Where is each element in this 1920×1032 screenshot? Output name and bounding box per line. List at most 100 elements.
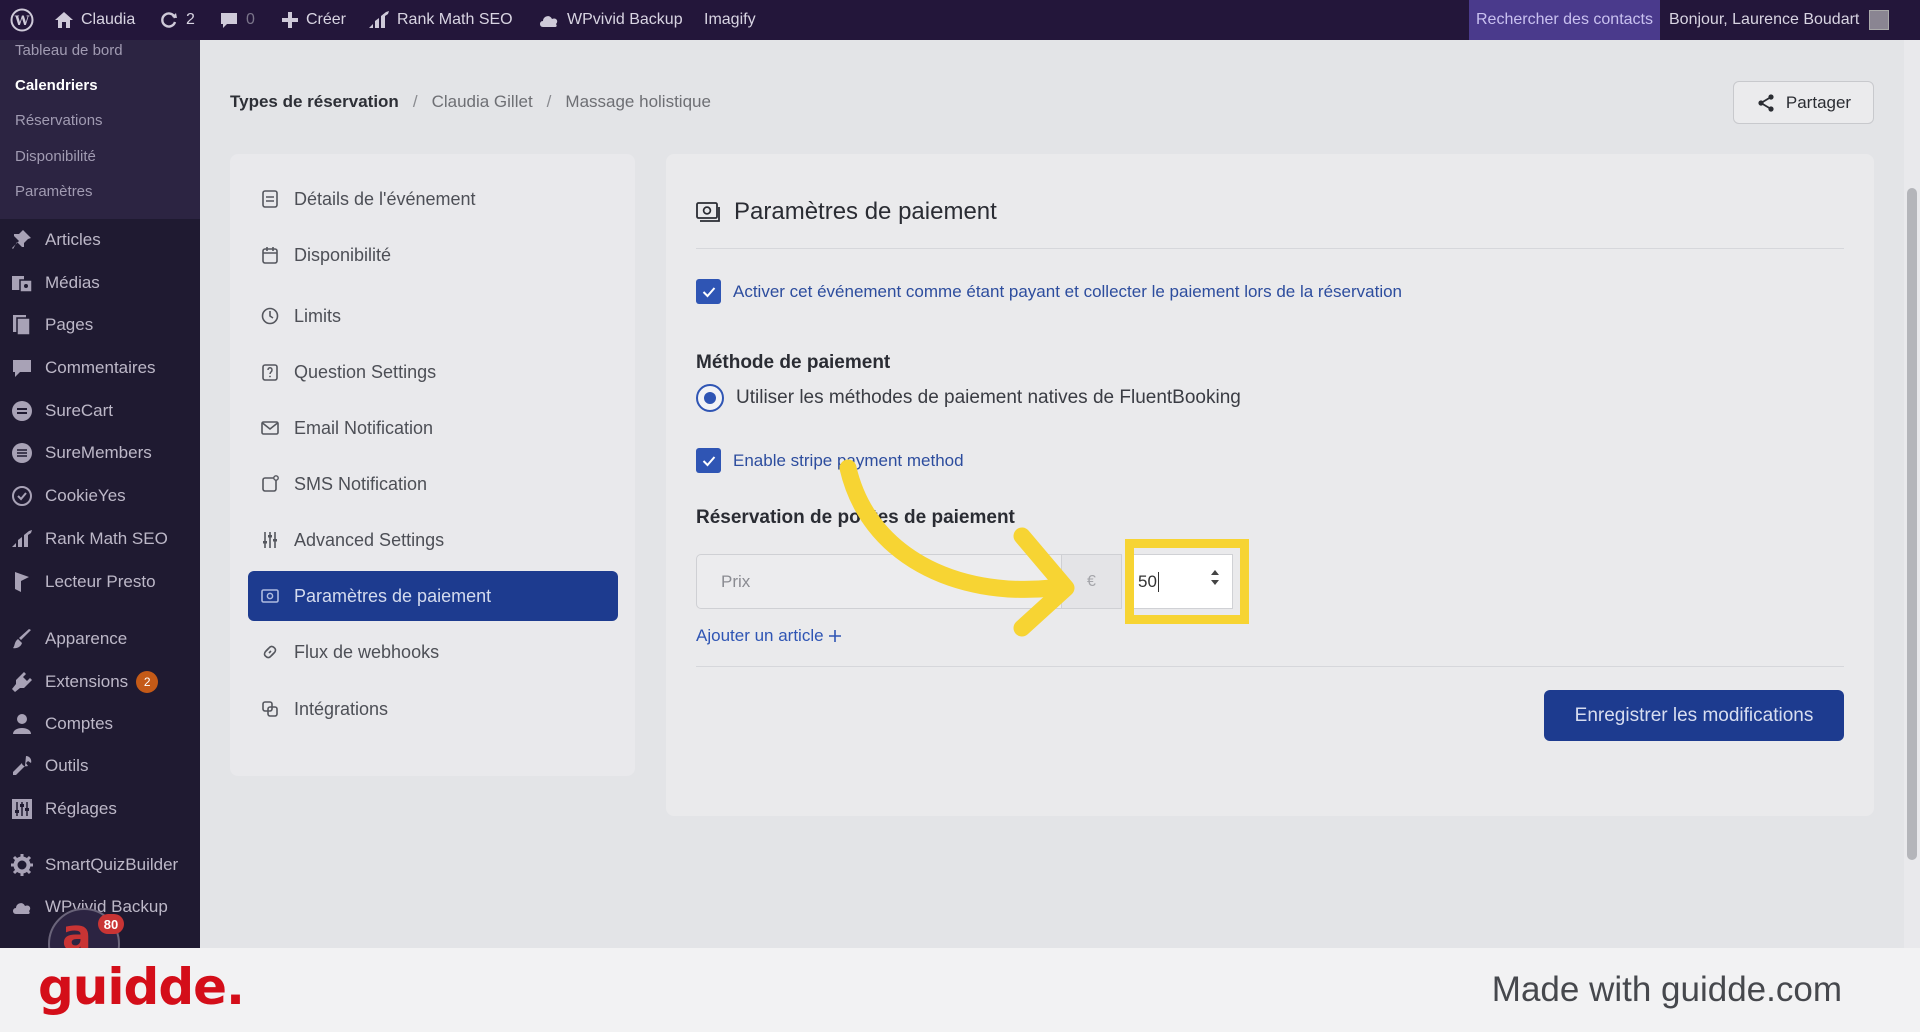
comments-link[interactable]: 0	[219, 0, 255, 40]
greeting-text: Bonjour, Laurence Boudart	[1669, 11, 1860, 28]
menu-item-comments[interactable]: Commentaires	[0, 349, 200, 387]
menu-item-plugins[interactable]: Extensions 2	[0, 663, 200, 701]
submenu-item-availability[interactable]: Disponibilité	[15, 148, 96, 165]
footer-divider	[696, 666, 1844, 667]
menu-label: Médias	[45, 273, 100, 292]
menu-label: SureCart	[45, 401, 114, 420]
search-contacts-button[interactable]: Rechercher des contacts	[1469, 0, 1660, 40]
payment-icon	[260, 586, 280, 606]
surecart-icon	[10, 399, 34, 423]
wpvivid-link[interactable]: WPvivid Backup	[538, 0, 683, 40]
menu-item-presto[interactable]: Lecteur Presto	[0, 563, 200, 601]
nav-item-availability[interactable]: Disponibilité	[248, 230, 618, 280]
nav-item-sms-notification[interactable]: SMS Notification	[248, 459, 618, 509]
comments-icon	[10, 356, 34, 380]
native-payment-radio-row[interactable]: Utiliser les méthodes de paiement native…	[696, 384, 1241, 412]
check-icon	[702, 286, 715, 297]
menu-item-surecart[interactable]: SureCart	[0, 392, 200, 430]
enable-paid-row[interactable]: Activer cet événement comme étant payant…	[696, 279, 1402, 304]
payment-icon	[696, 202, 720, 222]
add-item-link[interactable]: Ajouter un article	[696, 626, 842, 646]
nav-item-event-details[interactable]: Détails de l'événement	[248, 174, 618, 224]
plus-icon	[282, 12, 298, 28]
rankmath-link[interactable]: Rank Math SEO	[368, 0, 513, 40]
submenu-item-settings[interactable]: Paramètres	[15, 183, 93, 200]
guidde-logo: guidde.	[38, 958, 245, 1016]
menu-item-media[interactable]: Médias	[0, 264, 200, 302]
nav-item-integrations[interactable]: Intégrations	[248, 684, 618, 734]
nav-label: Flux de webhooks	[294, 641, 440, 662]
booking-items-heading: Réservation de postes de paiement	[696, 507, 1015, 528]
native-payment-radio[interactable]	[696, 384, 724, 412]
account-menu[interactable]: Bonjour, Laurence Boudart	[1669, 0, 1890, 40]
menu-item-suremembers[interactable]: SureMembers	[0, 434, 200, 472]
new-content-link[interactable]: Créer	[281, 0, 346, 40]
wordpress-logo-icon[interactable]: W	[10, 0, 34, 40]
payment-title-text: Paramètres de paiement	[734, 198, 997, 225]
menu-item-settings[interactable]: Réglages	[0, 790, 200, 828]
nav-item-webhooks[interactable]: Flux de webhooks	[248, 627, 618, 677]
updates-link[interactable]: 2	[159, 0, 195, 40]
enable-paid-checkbox[interactable]	[696, 279, 721, 304]
share-button[interactable]: Partager	[1733, 81, 1874, 124]
details-icon	[260, 189, 280, 209]
user-icon	[10, 712, 34, 736]
payment-method-heading: Méthode de paiement	[696, 352, 891, 373]
search-contacts-label: Rechercher des contacts	[1476, 11, 1653, 28]
breadcrumb-separator: /	[412, 92, 418, 111]
menu-item-appearance[interactable]: Apparence	[0, 620, 200, 658]
stripe-checkbox[interactable]	[696, 448, 721, 473]
site-name: Claudia	[81, 11, 136, 28]
breadcrumb-root[interactable]: Types de réservation	[230, 92, 399, 112]
price-item-row: Prix €	[696, 554, 1122, 609]
site-name-link[interactable]: Claudia	[54, 0, 135, 40]
nav-item-email-notification[interactable]: Email Notification	[248, 403, 618, 453]
admin-sidebar: Tableau de bord Calendriers Réservations…	[0, 40, 200, 948]
nav-item-limits[interactable]: Limits	[248, 291, 618, 341]
stripe-row[interactable]: Enable stripe payment method	[696, 448, 964, 473]
menu-item-pages[interactable]: Pages	[0, 306, 200, 344]
nav-label: Email Notification	[294, 417, 434, 438]
menu-item-users[interactable]: Comptes	[0, 705, 200, 743]
submenu-item-dashboard[interactable]: Tableau de bord	[15, 42, 123, 59]
breadcrumb-item-calendar[interactable]: Claudia Gillet	[432, 92, 533, 112]
suremembers-icon	[10, 441, 34, 465]
nav-item-question-settings[interactable]: Question Settings	[248, 347, 618, 397]
submenu-item-bookings[interactable]: Réservations	[15, 112, 103, 129]
svg-text:W: W	[14, 14, 30, 29]
menu-label: Lecteur Presto	[45, 572, 156, 591]
nav-item-advanced-settings[interactable]: Advanced Settings	[248, 515, 618, 565]
imagify-link[interactable]: Imagify	[704, 0, 756, 40]
nav-label: SMS Notification	[294, 473, 428, 494]
nav-item-payment-settings[interactable]: Paramètres de paiement	[248, 571, 618, 621]
menu-item-articles[interactable]: Articles	[0, 221, 200, 259]
sliders-icon	[260, 530, 280, 550]
submenu-item-calendars[interactable]: Calendriers	[15, 77, 98, 94]
settings-icon	[10, 797, 34, 821]
radio-dot	[704, 392, 716, 404]
made-with-text: Made with guidde.com	[1491, 970, 1842, 1009]
menu-item-smartquizbuilder[interactable]: SmartQuizBuilder	[0, 846, 200, 884]
breadcrumb: Types de réservation / Claudia Gillet / …	[230, 92, 711, 112]
cookie-icon	[10, 484, 34, 508]
scrollbar-thumb[interactable]	[1907, 188, 1917, 860]
page-scrollbar[interactable]	[1904, 40, 1920, 948]
nav-label: Question Settings	[294, 361, 437, 382]
menu-item-rankmath[interactable]: Rank Math SEO	[0, 520, 200, 558]
nav-label: Limits	[294, 305, 342, 326]
nav-label: Intégrations	[294, 698, 389, 719]
menu-item-cookieyes[interactable]: CookieYes	[0, 477, 200, 515]
clock-icon	[260, 306, 280, 326]
native-payment-label: Utiliser les méthodes de paiement native…	[736, 387, 1241, 408]
presto-icon	[10, 570, 34, 594]
avatar	[1869, 10, 1890, 30]
wpvivid-label: WPvivid Backup	[567, 11, 683, 28]
menu-item-tools[interactable]: Outils	[0, 747, 200, 785]
menu-label: Pages	[45, 315, 94, 334]
item-name-input[interactable]: Prix	[696, 554, 1062, 609]
menu-label: SureMembers	[45, 443, 152, 462]
save-changes-button[interactable]: Enregistrer les modifications	[1544, 690, 1844, 741]
update-count-badge: 2	[136, 671, 159, 693]
admin-bar: W Claudia 2 0 Créer Rank Math SEO WPvivi…	[0, 0, 1920, 40]
stripe-label: Enable stripe payment method	[733, 450, 964, 470]
